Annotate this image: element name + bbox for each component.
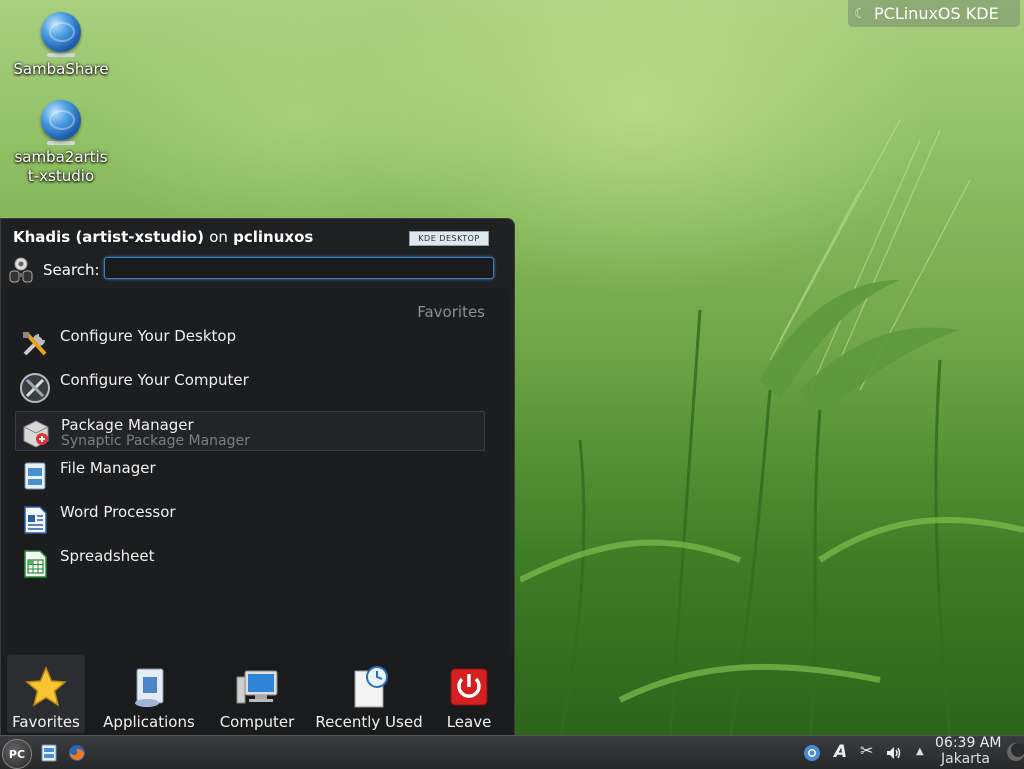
wallpaper-wheat [520, 119, 1024, 740]
recent-icon [347, 665, 391, 709]
search-binoculars-icon [7, 255, 37, 285]
input-method-icon[interactable]: A [834, 742, 852, 762]
globe-stand [47, 141, 75, 145]
favorite-name: Configure Your Desktop [60, 327, 237, 345]
favorite-configure-computer[interactable]: Configure Your Computer [15, 367, 485, 407]
menu-host-name: pclinuxos [233, 228, 314, 246]
favorite-name: Configure Your Computer [60, 371, 249, 389]
tab-computer[interactable]: Computer [213, 655, 301, 733]
file-manager-icon [24, 462, 46, 490]
favorite-name: Package Manager [61, 416, 194, 434]
favorite-subtitle: Synaptic Package Manager [61, 433, 250, 449]
favorite-spreadsheet[interactable]: Spreadsheet [15, 543, 485, 583]
desktop-icon-samba2artist[interactable]: samba2artis t-xstudio [13, 100, 109, 186]
desktop-icon-label: samba2artis t-xstudio [14, 148, 108, 185]
start-menu-button[interactable]: PC [2, 739, 32, 769]
menu-on-text: on [209, 228, 228, 246]
chrome-tray-icon[interactable] [803, 744, 821, 762]
menu-user-name: Khadis (artist-xstudio) [13, 228, 204, 246]
favorite-word-processor[interactable]: Word Processor [15, 499, 485, 539]
search-label: Search: [43, 261, 100, 279]
volume-icon[interactable] [885, 744, 903, 762]
power-icon [447, 665, 491, 709]
clipboard-scissors-icon[interactable]: ✂ [860, 741, 878, 760]
menu-user-header: Khadis (artist-xstudio) on pclinuxos [13, 228, 313, 246]
tab-label: Recently Used [315, 713, 423, 731]
kde-desktop-badge: KDE DESKTOP [409, 231, 489, 246]
globe-stand [47, 53, 75, 57]
tab-recently-used[interactable]: Recently Used [311, 655, 427, 733]
favorite-name: File Manager [60, 459, 156, 477]
favorites-pane: Favorites Configure Your Desktop Configu… [5, 289, 509, 654]
tab-applications[interactable]: Applications [97, 655, 201, 733]
clock-timezone: Jakarta [941, 751, 990, 767]
tab-label: Computer [219, 713, 295, 731]
package-icon [23, 420, 49, 448]
search-input[interactable] [104, 257, 494, 279]
search-row: Search: [7, 255, 100, 285]
clock-time[interactable]: 06:39 AM [935, 735, 1001, 751]
star-icon [24, 665, 68, 709]
tab-favorites[interactable]: Favorites [7, 655, 85, 733]
tab-leave[interactable]: Leave [437, 655, 501, 733]
writer-icon [24, 506, 47, 534]
desktop-icon-label: SambaShare [13, 60, 109, 78]
menu-tab-bar: Favorites Applications Computer Recently… [1, 655, 514, 735]
desktop-toolbox-icon[interactable] [1004, 742, 1024, 762]
tab-label: Leave [446, 713, 492, 731]
desktop-icon-sambashare[interactable]: SambaShare [13, 12, 109, 79]
favorite-package-manager[interactable]: Package Manager Synaptic Package Manager [15, 411, 485, 451]
favorite-file-manager[interactable]: File Manager [15, 455, 485, 495]
favorite-name: Word Processor [60, 503, 176, 521]
network-globe-icon [41, 100, 81, 140]
tab-label: Favorites [12, 713, 80, 731]
network-globe-icon [41, 12, 81, 52]
firefox-launcher-icon[interactable] [68, 744, 86, 762]
tab-label: Applications [103, 713, 195, 731]
computer-icon [235, 665, 279, 709]
favorite-name: Spreadsheet [60, 547, 155, 565]
kickoff-menu: Khadis (artist-xstudio) on pclinuxos KDE… [0, 218, 515, 735]
tools-icon [23, 332, 47, 356]
taskbar: PC A ✂ ▲ 06:39 AM Jakarta [0, 735, 1024, 769]
calc-icon [24, 550, 47, 578]
system-settings-icon [20, 373, 50, 403]
tray-expand-arrow-icon[interactable]: ▲ [916, 746, 934, 764]
favorite-configure-desktop[interactable]: Configure Your Desktop [15, 323, 485, 363]
moon-icon: ☾ [854, 5, 867, 22]
favorites-title: Favorites [417, 303, 485, 321]
file-manager-launcher-icon[interactable] [40, 744, 58, 762]
desktop-title-label: PCLinuxOS KDE [874, 4, 999, 23]
applications-icon [127, 665, 171, 709]
desktop-title-widget[interactable]: ☾ PCLinuxOS KDE [848, 0, 1020, 27]
